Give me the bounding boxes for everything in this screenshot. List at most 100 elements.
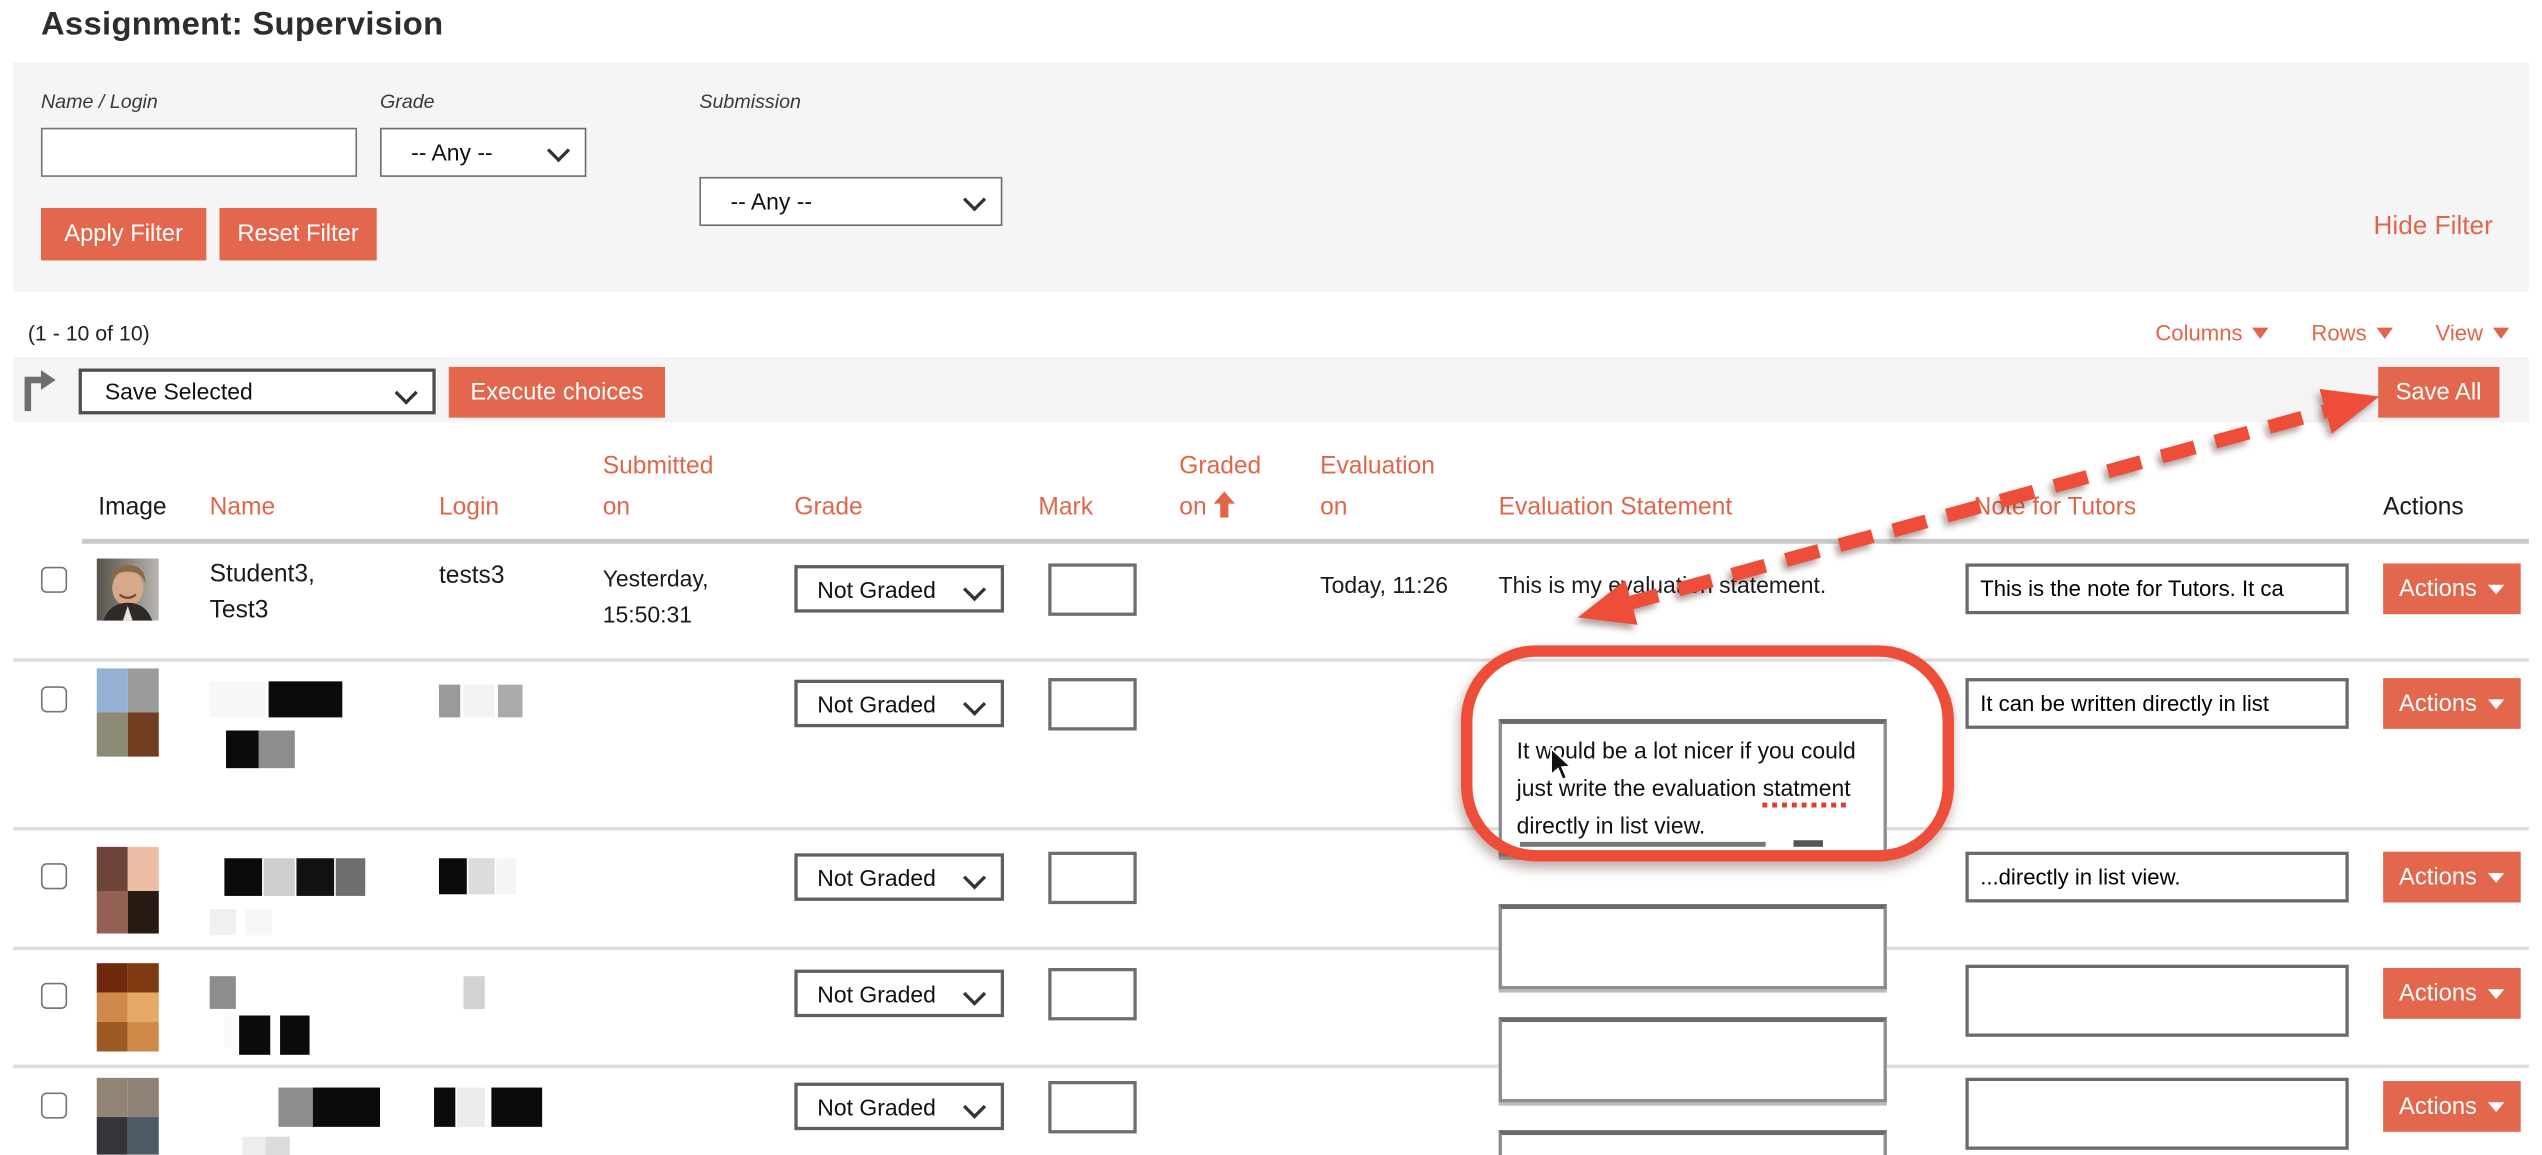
- evaluation-statement-content: [1502, 909, 1884, 925]
- avatar-pixel: [128, 1078, 159, 1116]
- pagination-info: (1 - 10 of 10): [28, 321, 150, 346]
- submission-filter-value: -- Any --: [701, 188, 1001, 214]
- name-login-label: Name / Login: [41, 90, 158, 113]
- caret-down-icon: [2488, 872, 2504, 882]
- mark-input[interactable]: [1048, 678, 1136, 730]
- column-header-login[interactable]: Login: [439, 486, 499, 527]
- note-for-tutors-input[interactable]: [1965, 563, 2348, 614]
- column-header-mark[interactable]: Mark: [1038, 486, 1093, 527]
- avatar-redacted: [97, 1078, 159, 1155]
- avatar-pixel: [97, 1022, 128, 1051]
- grade-filter-select[interactable]: -- Any --: [380, 128, 586, 177]
- column-header-note-for-tutors[interactable]: Note for Tutors: [1974, 486, 2137, 527]
- actions-label: Actions: [2399, 576, 2477, 602]
- note-for-tutors-input[interactable]: [1965, 965, 2348, 1037]
- avatar-pixel: [97, 1116, 128, 1154]
- column-header-actions: Actions: [2383, 486, 2464, 527]
- avatar-pixel: [128, 963, 159, 992]
- submission-filter-label: Submission: [699, 90, 801, 113]
- actions-button[interactable]: Actions: [2383, 678, 2521, 729]
- table-row: Student3, Test3 tests3 Yesterday, 15:50:…: [0, 552, 2542, 658]
- row-checkbox[interactable]: [41, 983, 67, 1009]
- grade-select[interactable]: Not Graded: [794, 565, 1004, 612]
- table-row: Not Graded Actions: [0, 827, 2542, 947]
- row-checkbox[interactable]: [41, 567, 67, 593]
- avatar-pixel: [128, 712, 159, 756]
- note-for-tutors-input[interactable]: [1965, 852, 2348, 903]
- evaluation-on: Today, 11:26: [1320, 567, 1448, 603]
- row-checkbox[interactable]: [41, 686, 67, 712]
- avatar-pixel: [97, 1078, 128, 1116]
- avatar-pixel: [128, 1116, 159, 1154]
- grade-select[interactable]: Not Graded: [794, 970, 1004, 1017]
- actions-button[interactable]: Actions: [2383, 563, 2521, 614]
- submitted-on: Yesterday, 15:50:31: [603, 560, 709, 632]
- column-header-name[interactable]: Name: [210, 486, 276, 527]
- avatar-redacted: [97, 847, 159, 934]
- table-row: Not Graded Actions: [0, 1065, 2542, 1155]
- caret-down-icon: [2493, 328, 2509, 339]
- row-checkbox[interactable]: [41, 1092, 67, 1118]
- evaluation-statement-textarea[interactable]: [1499, 1130, 1887, 1155]
- bulk-action-select[interactable]: Save Selected: [79, 369, 436, 415]
- mark-input[interactable]: [1048, 1081, 1136, 1133]
- name-login-input[interactable]: [41, 128, 357, 177]
- columns-menu-label: Columns: [2155, 321, 2242, 346]
- apply-filter-button[interactable]: Apply Filter: [41, 208, 206, 260]
- actions-label: Actions: [2399, 1093, 2477, 1119]
- avatar-pixel: [97, 890, 128, 933]
- caret-down-icon: [2377, 328, 2393, 339]
- avatar-pixel: [128, 847, 159, 890]
- submission-filter-select[interactable]: -- Any --: [699, 177, 1002, 226]
- rows-menu-label: Rows: [2311, 321, 2366, 346]
- table-row: Not Graded Actions: [0, 947, 2542, 1065]
- execute-choices-button[interactable]: Execute choices: [449, 367, 665, 418]
- row-checkbox[interactable]: [41, 863, 67, 889]
- page-title: Assignment: Supervision: [41, 7, 444, 45]
- reset-filter-button[interactable]: Reset Filter: [219, 208, 376, 260]
- avatar: [97, 559, 159, 621]
- actions-button[interactable]: Actions: [2383, 968, 2521, 1019]
- avatar-pixel: [97, 963, 128, 992]
- mark-input[interactable]: [1048, 563, 1136, 615]
- rows-menu[interactable]: Rows: [2311, 321, 2393, 346]
- column-header-graded-on[interactable]: Graded on: [1179, 446, 1261, 528]
- avatar-pixel: [128, 1022, 159, 1051]
- hide-filter-link[interactable]: Hide Filter: [2373, 213, 2492, 242]
- grade-select[interactable]: Not Graded: [794, 680, 1004, 727]
- avatar-photo: [97, 559, 159, 621]
- columns-menu[interactable]: Columns: [2155, 321, 2268, 346]
- actions-label: Actions: [2399, 690, 2477, 716]
- actions-button[interactable]: Actions: [2383, 852, 2521, 903]
- column-header-evaluation-statement[interactable]: Evaluation Statement: [1499, 486, 1733, 527]
- note-for-tutors-input[interactable]: [1965, 1078, 2348, 1150]
- table-header: Image Name Login Submitted on Grade Mark…: [0, 434, 2542, 542]
- view-menu[interactable]: View: [2435, 321, 2509, 346]
- grade-select[interactable]: Not Graded: [794, 1083, 1004, 1130]
- actions-label: Actions: [2399, 980, 2477, 1006]
- avatar-pixel: [97, 712, 128, 756]
- evaluation-statement-text: This is my evaluation statement.: [1499, 567, 1827, 603]
- grade-select[interactable]: Not Graded: [794, 853, 1004, 900]
- caret-down-icon: [2488, 699, 2504, 709]
- save-all-button[interactable]: Save All: [2378, 367, 2500, 418]
- student-login: tests3: [439, 559, 505, 595]
- column-header-grade[interactable]: Grade: [794, 486, 862, 527]
- column-header-evaluation-on[interactable]: Evaluation on: [1320, 446, 1435, 528]
- viewport: Assignment: Supervision Name / Login Gra…: [0, 0, 2542, 1155]
- caret-down-icon: [2252, 328, 2268, 339]
- avatar-redacted: [97, 963, 159, 1051]
- turn-right-arrow-icon: [21, 367, 57, 413]
- list-view-controls: Columns Rows View: [2155, 321, 2509, 346]
- mark-input[interactable]: [1048, 968, 1136, 1020]
- note-for-tutors-input[interactable]: [1965, 678, 2348, 729]
- caret-down-icon: [2488, 988, 2504, 998]
- mark-input[interactable]: [1048, 852, 1136, 904]
- header-divider: [82, 539, 2529, 544]
- bulk-action-value: Save Selected: [82, 378, 433, 404]
- evaluation-statement-content: [1502, 1135, 1884, 1151]
- view-menu-label: View: [2435, 321, 2483, 346]
- actions-button[interactable]: Actions: [2383, 1081, 2521, 1132]
- filter-panel: Name / Login Grade -- Any -- Submission …: [13, 62, 2529, 291]
- column-header-submitted-on[interactable]: Submitted on: [603, 446, 714, 528]
